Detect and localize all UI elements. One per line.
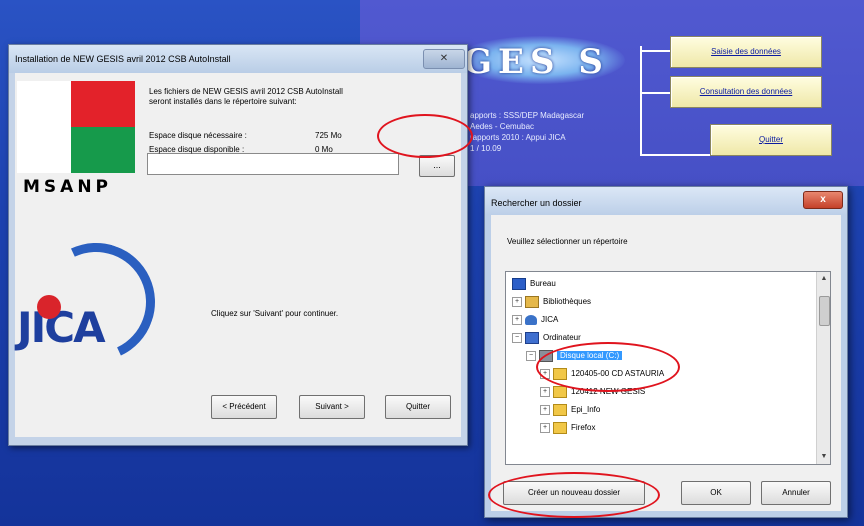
installer-close-button[interactable]: ✕	[423, 49, 465, 69]
space-required-label: Espace disque nécessaire :	[149, 131, 247, 140]
msanp-logo-text: MSANP	[23, 177, 113, 197]
library-icon	[525, 295, 539, 308]
installer-title: Installation de NEW GESIS avril 2012 CSB…	[15, 54, 231, 64]
tree-item-jica[interactable]: + JICA	[512, 312, 558, 328]
expand-icon[interactable]: +	[512, 296, 522, 307]
tree-item-folder[interactable]: +120412 NEW GESIS	[540, 384, 645, 400]
folder-icon	[553, 403, 567, 416]
gesis-logo-text: GES S	[463, 42, 609, 82]
browse-button[interactable]: ...	[419, 155, 455, 177]
info-line: Aedes - Cemubac	[470, 122, 535, 131]
info-line: rapports 2010 : Appui JICA	[470, 133, 566, 142]
installer-titlebar: Installation de NEW GESIS avril 2012 CSB…	[9, 45, 467, 73]
madagascar-flag-image	[17, 81, 135, 173]
tree-item-ordinateur[interactable]: − Ordinateur	[512, 330, 581, 346]
dialog-titlebar: Rechercher un dossier x	[485, 187, 847, 215]
expand-icon[interactable]: +	[540, 368, 550, 379]
dialog-close-button[interactable]: x	[803, 191, 843, 209]
browse-folder-dialog: Rechercher un dossier x Veuillez sélecti…	[484, 186, 848, 518]
gesis-logo: GES S	[455, 20, 625, 110]
expand-icon[interactable]: +	[540, 422, 550, 433]
dialog-prompt: Veuillez sélectionner un répertoire	[507, 237, 628, 246]
ok-button[interactable]: OK	[681, 481, 751, 505]
expand-icon[interactable]: +	[540, 386, 550, 397]
tree-item-folder[interactable]: + Firefox	[540, 420, 595, 436]
gesis-info-text: apports : SSS/DEP Madagascar Aedes - Cem…	[470, 110, 650, 154]
tree-item-bibliotheques[interactable]: + Bibliothèques	[512, 294, 591, 310]
folder-tree[interactable]: Bureau + Bibliothèques + JICA − Ordinateur …	[505, 271, 831, 465]
collapse-icon[interactable]: −	[512, 332, 522, 343]
tree-item-disque-local[interactable]: − Disque local (C:)	[526, 348, 623, 364]
continue-hint: Cliquez sur 'Suivant' pour continuer.	[211, 309, 339, 318]
cancel-button[interactable]: Annuler	[761, 481, 831, 505]
saisie-button[interactable]: Saisie des données	[670, 36, 822, 68]
computer-icon	[525, 331, 539, 344]
jica-logo: JICA	[15, 226, 172, 378]
folder-icon	[553, 421, 567, 434]
expand-icon[interactable]: +	[540, 404, 550, 415]
disk-drive-icon	[539, 349, 553, 362]
user-folder-icon	[525, 314, 537, 325]
collapse-icon[interactable]: −	[526, 350, 536, 361]
folder-icon	[553, 367, 567, 380]
info-line: 1 / 10.09	[470, 144, 502, 153]
tree-item-folder[interactable]: +120405-00 CD ASTAURIA	[540, 366, 664, 382]
previous-button[interactable]: < Précédent	[211, 395, 277, 419]
tree-item-folder[interactable]: + Epi_Info	[540, 402, 600, 418]
desktop-icon	[512, 277, 526, 290]
installer-quit-button[interactable]: Quitter	[385, 395, 451, 419]
install-path-input[interactable]	[147, 153, 399, 175]
space-available-value: 0 Mo	[315, 145, 333, 154]
scroll-down-icon[interactable]: ▼	[817, 450, 830, 464]
intro-text-line2: seront installés dans le répertoire suiv…	[149, 97, 297, 106]
installer-content: MSANP JICA Les fichiers de NEW GESIS avr…	[15, 73, 461, 437]
next-button[interactable]: Suivant >	[299, 395, 365, 419]
connector-line	[640, 92, 670, 94]
info-line: apports : SSS/DEP Madagascar	[470, 111, 585, 120]
expand-icon[interactable]: +	[512, 314, 522, 325]
installer-window: Installation de NEW GESIS avril 2012 CSB…	[8, 44, 468, 446]
tree-item-bureau[interactable]: Bureau	[512, 276, 556, 292]
space-required-value: 725 Mo	[315, 131, 342, 140]
space-available-label: Espace disque disponible :	[149, 145, 245, 154]
dialog-content: Veuillez sélectionner un répertoire Bure…	[491, 215, 841, 511]
app-quit-button[interactable]: Quitter	[710, 124, 832, 156]
new-folder-button[interactable]: Créer un nouveau dossier	[503, 481, 645, 505]
connector-line	[640, 154, 710, 156]
connector-line	[640, 46, 642, 156]
scroll-up-icon[interactable]: ▲	[817, 272, 830, 286]
tree-scrollbar[interactable]: ▲ ▼	[816, 272, 830, 464]
intro-text-line1: Les fichiers de NEW GESIS avril 2012 CSB…	[149, 87, 343, 96]
consultation-button[interactable]: Consultation des données	[670, 76, 822, 108]
connector-line	[640, 50, 670, 52]
dialog-title: Rechercher un dossier	[491, 198, 582, 208]
scroll-thumb[interactable]	[819, 296, 830, 326]
folder-icon	[553, 385, 567, 398]
